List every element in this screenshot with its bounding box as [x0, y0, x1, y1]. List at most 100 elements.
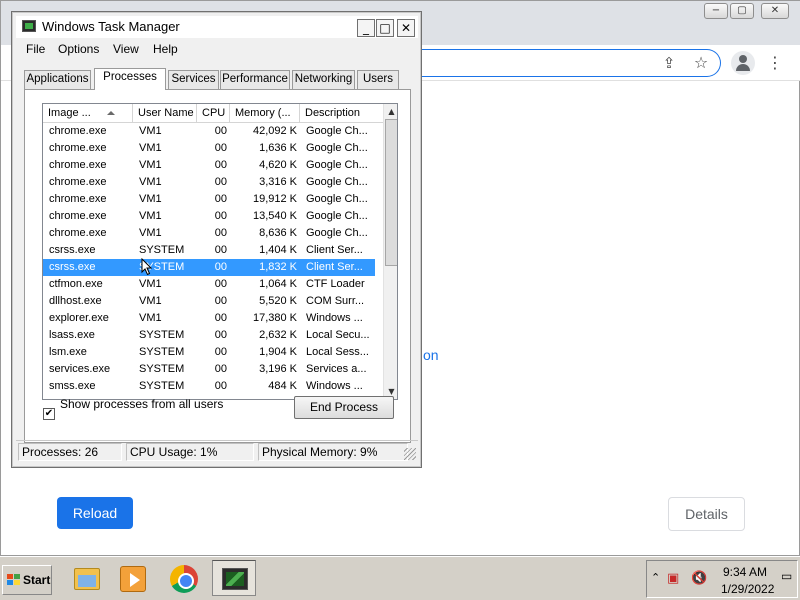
column-cpu[interactable]: CPU [197, 104, 230, 122]
table-row[interactable]: ctfmon.exe VM1 00 1,064 K CTF Loader [43, 276, 375, 293]
tab-processes[interactable]: Processes [94, 68, 166, 90]
menu-options[interactable]: Options [58, 42, 99, 56]
column-image-name-label: Image ... [48, 107, 91, 119]
show-desktop-icon[interactable]: ▭ [781, 569, 792, 583]
minimize-button[interactable]: _ [357, 19, 375, 37]
chrome-maximize-button[interactable]: ▢ [730, 3, 754, 19]
details-button[interactable]: Details [668, 497, 745, 531]
menu-bar: File Options View Help [16, 40, 418, 60]
table-row[interactable]: chrome.exe VM1 00 1,636 K Google Ch... [43, 140, 375, 157]
cell-name: chrome.exe [49, 193, 107, 205]
tab-networking[interactable]: Networking [292, 70, 355, 89]
profile-avatar-icon[interactable] [731, 51, 755, 75]
scroll-up-icon[interactable]: ▲ [384, 104, 397, 119]
cell-user: VM1 [139, 142, 162, 154]
table-row-selected[interactable]: csrss.exe SYSTEM 00 1,832 K Client Ser... [43, 259, 375, 276]
taskbar-explorer[interactable] [64, 560, 108, 596]
chrome-minimize-button[interactable]: − [704, 3, 728, 19]
chrome-menu-icon[interactable]: ⋮ [765, 53, 785, 73]
table-row[interactable]: lsass.exe SYSTEM 00 2,632 K Local Secu... [43, 327, 375, 344]
menu-file[interactable]: File [26, 42, 45, 56]
cell-name: ctfmon.exe [49, 278, 103, 290]
cell-description: Local Sess... [306, 346, 369, 358]
cell-description: Google Ch... [306, 227, 368, 239]
cell-cpu: 00 [214, 193, 227, 205]
menu-view[interactable]: View [113, 42, 139, 56]
column-memory[interactable]: Memory (... [230, 104, 300, 122]
taskbar-task-manager[interactable] [212, 560, 256, 596]
cell-memory: 484 K [268, 380, 297, 392]
end-process-button[interactable]: End Process [294, 396, 394, 419]
table-row[interactable]: services.exe SYSTEM 00 3,196 K Services a... [43, 361, 375, 378]
volume-muted-icon[interactable]: 🔇 [691, 571, 707, 586]
taskbar-chrome[interactable] [162, 560, 206, 596]
network-disconnected-icon[interactable]: ▣ [667, 571, 679, 586]
table-row[interactable]: chrome.exe VM1 00 4,620 K Google Ch... [43, 157, 375, 174]
cell-user: VM1 [139, 159, 162, 171]
column-description[interactable]: Description [300, 104, 383, 122]
menu-help[interactable]: Help [153, 42, 178, 56]
chrome-close-button[interactable]: ✕ [761, 3, 789, 19]
table-row[interactable]: chrome.exe VM1 00 42,092 K Google Ch... [43, 123, 375, 140]
start-label: Start [23, 573, 51, 587]
close-button[interactable]: ✕ [397, 19, 415, 37]
column-image-name[interactable]: Image ... [43, 104, 133, 122]
cell-name: chrome.exe [49, 142, 107, 154]
mouse-cursor-icon [141, 258, 153, 276]
cell-cpu: 00 [214, 125, 227, 137]
task-manager-titlebar[interactable]: Windows Task Manager _ □ ✕ [16, 16, 418, 38]
cell-description: Google Ch... [306, 159, 368, 171]
clock-date[interactable]: 1/29/2022 [721, 582, 774, 596]
tab-applications[interactable]: Applications [24, 70, 91, 89]
cell-name: services.exe [49, 363, 111, 375]
tab-performance[interactable]: Performance [220, 70, 290, 89]
cell-description: Services a... [306, 363, 367, 375]
scroll-thumb[interactable] [385, 119, 397, 266]
cell-name: chrome.exe [49, 210, 107, 222]
cell-description: Google Ch... [306, 176, 368, 188]
table-row[interactable]: lsm.exe SYSTEM 00 1,904 K Local Sess... [43, 344, 375, 361]
table-row[interactable]: smss.exe SYSTEM 00 484 K Windows ... [43, 378, 375, 395]
clock-time[interactable]: 9:34 AM [723, 565, 767, 579]
share-icon[interactable]: ⇪ [659, 53, 679, 73]
tab-users[interactable]: Users [357, 70, 399, 89]
table-row[interactable]: csrss.exe SYSTEM 00 1,404 K Client Ser... [43, 242, 375, 259]
bookmark-star-icon[interactable]: ☆ [691, 53, 711, 73]
table-row[interactable]: dllhost.exe VM1 00 5,520 K COM Surr... [43, 293, 375, 310]
table-row[interactable]: chrome.exe VM1 00 3,316 K Google Ch... [43, 174, 375, 191]
start-button[interactable]: Start [2, 565, 52, 595]
tab-services[interactable]: Services [168, 70, 219, 89]
taskbar-media-player[interactable] [110, 560, 154, 596]
cell-name: explorer.exe [49, 312, 109, 324]
address-bar[interactable]: ⇪ ☆ [401, 49, 721, 77]
vertical-scrollbar[interactable]: ▲ ▼ [383, 104, 397, 399]
process-list[interactable]: Image ... User Name CPU Memory (... Desc… [42, 103, 398, 400]
cell-user: VM1 [139, 312, 162, 324]
show-all-users-checkbox[interactable]: ✔ [43, 408, 55, 420]
show-hidden-icons-chevron-icon[interactable]: ⌃ [651, 571, 660, 584]
cell-name: dllhost.exe [49, 295, 102, 307]
cell-name: lsm.exe [49, 346, 87, 358]
cell-user: VM1 [139, 278, 162, 290]
resize-grip[interactable] [404, 448, 416, 460]
cell-memory: 42,092 K [252, 125, 297, 137]
cell-user: VM1 [139, 295, 162, 307]
cell-memory: 3,316 K [259, 176, 297, 188]
cell-memory: 4,620 K [259, 159, 297, 171]
page-link-fragment[interactable]: on [423, 347, 439, 363]
cell-cpu: 00 [214, 380, 227, 392]
table-row[interactable]: chrome.exe VM1 00 19,912 K Google Ch... [43, 191, 375, 208]
column-user-name[interactable]: User Name [133, 104, 197, 122]
table-row[interactable]: chrome.exe VM1 00 13,540 K Google Ch... [43, 208, 375, 225]
cell-name: chrome.exe [49, 227, 107, 239]
cell-name: csrss.exe [49, 244, 96, 256]
cell-user: VM1 [139, 193, 162, 205]
table-row[interactable]: chrome.exe VM1 00 8,636 K Google Ch... [43, 225, 375, 242]
cell-user: SYSTEM [139, 329, 185, 341]
cell-description: Local Secu... [306, 329, 370, 341]
cell-cpu: 00 [214, 159, 227, 171]
cell-name: chrome.exe [49, 159, 107, 171]
maximize-button[interactable]: □ [376, 19, 394, 37]
table-row[interactable]: explorer.exe VM1 00 17,380 K Windows ... [43, 310, 375, 327]
reload-button[interactable]: Reload [57, 497, 133, 529]
